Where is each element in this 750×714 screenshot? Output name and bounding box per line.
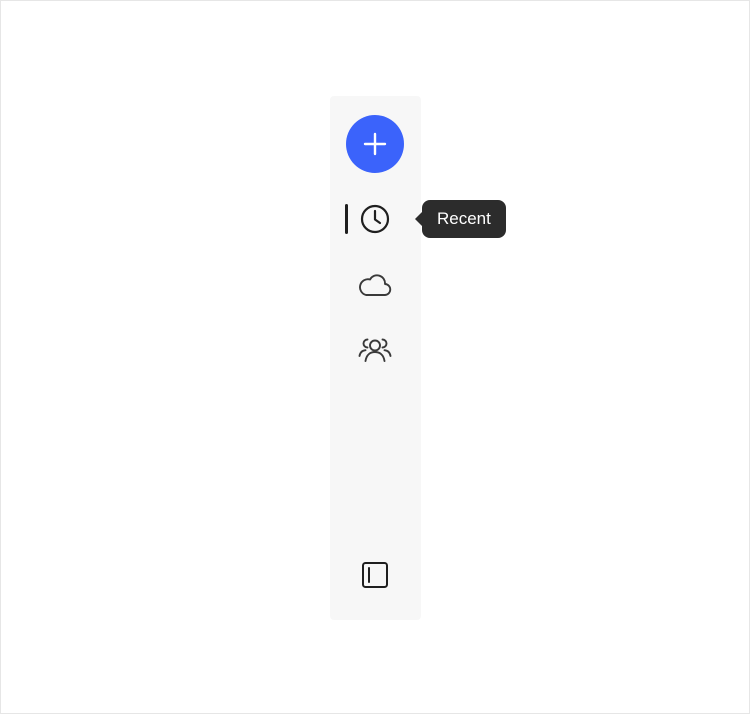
cloud-icon bbox=[359, 274, 392, 296]
clock-icon bbox=[360, 204, 390, 234]
nav-item-shared[interactable] bbox=[350, 327, 400, 371]
nav-item-cloud[interactable] bbox=[350, 263, 400, 307]
panel-toggle-icon bbox=[362, 562, 388, 588]
people-icon bbox=[358, 338, 392, 362]
toggle-panel-button[interactable] bbox=[350, 553, 400, 597]
plus-icon bbox=[363, 132, 387, 156]
create-button[interactable] bbox=[346, 115, 404, 173]
tooltip-recent: Recent bbox=[415, 200, 506, 238]
nav-item-recent[interactable] bbox=[350, 197, 400, 241]
selected-indicator bbox=[345, 204, 348, 234]
